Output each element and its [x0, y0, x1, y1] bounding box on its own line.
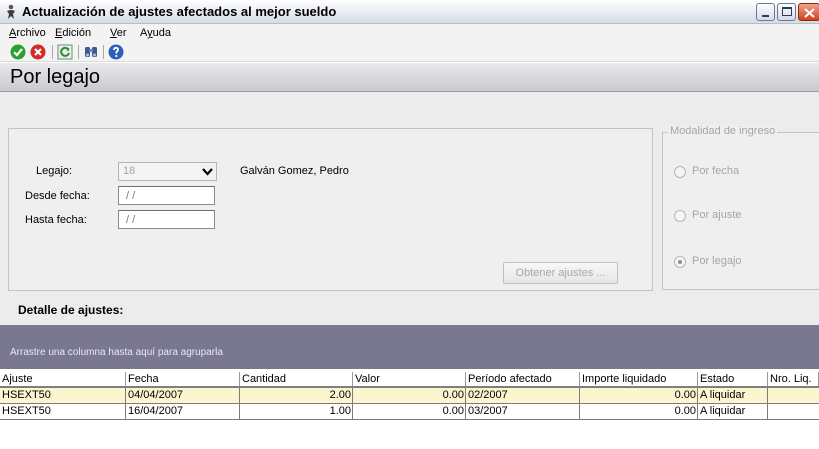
menu-ayuda-label: uda [152, 27, 171, 39]
legajo-value: 18 [123, 165, 136, 177]
detail-title: Detalle de ajustes: [18, 303, 124, 317]
table-cell[interactable]: A liquidar [698, 388, 768, 403]
group-by-hint: Arrastre una columna hasta aquí para agr… [10, 347, 223, 358]
table-cell[interactable]: 04/04/2007 [126, 388, 240, 403]
menu-archivo[interactable]: Archivo [9, 27, 46, 39]
desde-fecha-field[interactable] [118, 186, 215, 205]
column-header-fecha[interactable]: Fecha [126, 372, 240, 387]
desde-fecha-input[interactable] [119, 187, 214, 204]
table-cell[interactable]: 2.00 [240, 388, 353, 403]
grid-line [239, 388, 240, 420]
section-title: Por legajo [10, 66, 101, 88]
desde-fecha-label: Desde fecha: [25, 190, 90, 202]
grid-line [352, 388, 353, 420]
hasta-fecha-field[interactable] [118, 210, 215, 229]
table-cell[interactable] [768, 404, 819, 419]
toolbar-separator [78, 45, 79, 59]
employee-name: Galván Gomez, Pedro [240, 165, 349, 177]
menu-ver-mnemonic: V [110, 27, 117, 39]
minimize-button[interactable] [756, 3, 775, 21]
help-icon[interactable] [108, 44, 124, 60]
menu-edicion-label: dición [62, 27, 92, 39]
table-cell[interactable]: HSEXT50 [0, 404, 126, 419]
column-header-estado[interactable]: Estado [698, 372, 768, 387]
title-bar: Actualización de ajustes afectados al me… [0, 0, 819, 24]
obtener-ajustes-button[interactable]: Obtener ajustes ... [503, 262, 618, 284]
radio-por-fecha[interactable] [674, 166, 686, 178]
section-header: Por legajo [0, 63, 819, 92]
grid-line [579, 388, 580, 420]
toolbar-separator [52, 45, 53, 59]
grid-line [465, 388, 466, 420]
window-title: Actualización de ajustes afectados al me… [22, 4, 337, 19]
close-icon [804, 8, 815, 18]
column-header-cantidad[interactable]: Cantidad [240, 372, 353, 387]
column-header-periodo-afectado[interactable]: Período afectado [466, 372, 580, 387]
refresh-icon[interactable] [57, 44, 73, 60]
table-cell[interactable]: 16/04/2007 [126, 404, 240, 419]
hasta-fecha-label: Hasta fecha: [25, 214, 87, 226]
menu-ayuda[interactable]: Ayuda [140, 27, 171, 39]
grid-line [697, 388, 698, 420]
modalidad-legend: Modalidad de ingreso [668, 125, 778, 137]
chevron-down-icon[interactable] [199, 163, 216, 180]
table-cell[interactable]: 0.00 [580, 404, 698, 419]
binoculars-icon[interactable] [83, 44, 99, 60]
minimize-icon [762, 15, 769, 17]
table-cell[interactable]: 0.00 [353, 388, 466, 403]
radio-por-legajo[interactable] [674, 256, 686, 268]
column-header-nro-liq[interactable]: Nro. Liq. [768, 372, 819, 387]
table-cell[interactable]: 02/2007 [466, 388, 580, 403]
column-header-valor[interactable]: Valor [353, 372, 466, 387]
column-header-importe-liquidado[interactable]: Importe liquidado [580, 372, 698, 387]
table-cell[interactable]: HSEXT50 [0, 388, 126, 403]
maximize-icon [782, 7, 792, 16]
table-cell[interactable]: 0.00 [353, 404, 466, 419]
column-header-ajuste[interactable]: Ajuste [0, 372, 126, 387]
menu-bar: Archivo Edición Ver Ayuda [0, 24, 819, 42]
menu-ver[interactable]: Ver [110, 27, 127, 39]
grid-line [125, 388, 126, 420]
table-cell[interactable] [768, 388, 819, 403]
toolbar [0, 42, 819, 62]
table-cell[interactable]: A liquidar [698, 404, 768, 419]
radio-selected-dot [678, 260, 682, 264]
radio-por-fecha-label: Por fecha [692, 165, 740, 177]
close-button[interactable] [798, 3, 819, 21]
menu-archivo-label: rchivo [16, 27, 46, 39]
table-cell[interactable]: 0.00 [580, 388, 698, 403]
radio-por-ajuste-label: Por ajuste [692, 209, 742, 221]
app-icon [7, 4, 15, 19]
hasta-fecha-input[interactable] [119, 211, 214, 228]
menu-ver-label: er [116, 27, 127, 39]
table-cell[interactable]: 1.00 [240, 404, 353, 419]
accept-icon[interactable] [10, 44, 26, 60]
legajo-label: Legajo: [36, 165, 73, 177]
radio-por-legajo-label: Por legajo [692, 255, 742, 267]
menu-edicion[interactable]: Edición [55, 27, 91, 39]
table-cell[interactable]: 03/2007 [466, 404, 580, 419]
cancel-icon[interactable] [30, 44, 46, 60]
toolbar-separator [103, 45, 104, 59]
legajo-combo[interactable]: 18 [118, 162, 217, 181]
grid-line [767, 388, 768, 420]
maximize-button[interactable] [777, 3, 796, 21]
radio-por-ajuste[interactable] [674, 210, 686, 222]
